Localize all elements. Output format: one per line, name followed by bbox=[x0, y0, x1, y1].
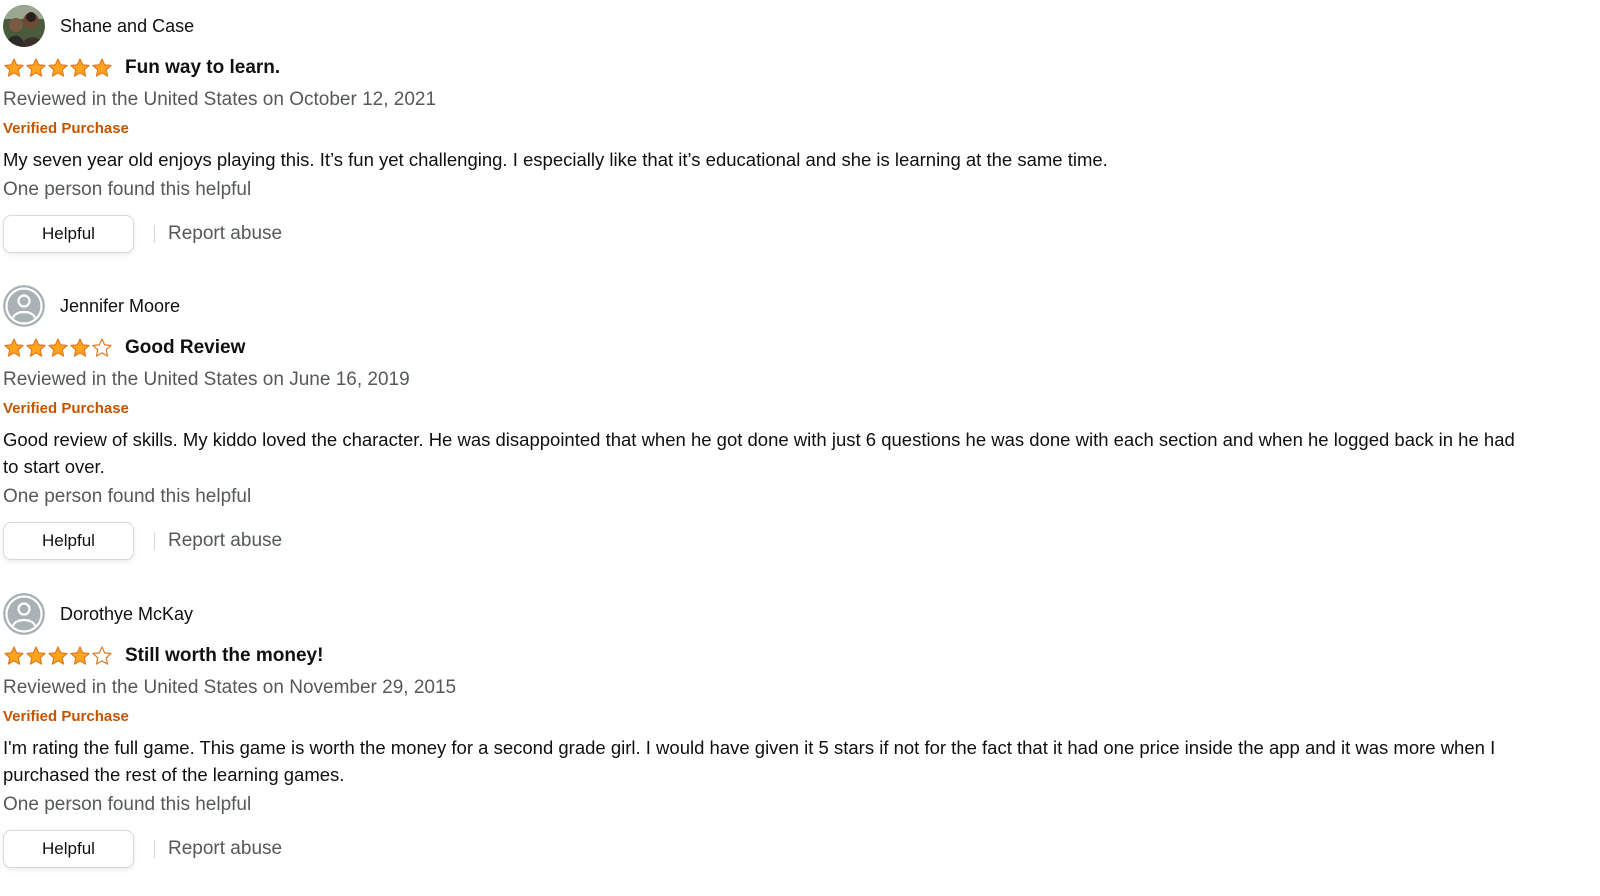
reviews-list: Shane and Case Fun way to learn. Reviewe… bbox=[0, 0, 1600, 896]
helpful-button[interactable]: Helpful bbox=[3, 522, 134, 560]
review-profile[interactable]: Jennifer Moore bbox=[3, 285, 180, 327]
avatar[interactable] bbox=[3, 5, 45, 47]
report-abuse-link[interactable]: Report abuse bbox=[168, 838, 282, 860]
star-filled-icon bbox=[4, 338, 24, 357]
review-title-row: Fun way to learn. bbox=[3, 55, 280, 81]
divider bbox=[154, 532, 155, 550]
star-filled-icon bbox=[4, 646, 24, 665]
review-actions: Helpful Report abuse bbox=[3, 829, 282, 869]
report-abuse-link[interactable]: Report abuse bbox=[168, 223, 282, 245]
default-user-icon bbox=[3, 593, 45, 635]
profile-name[interactable]: Dorothye McKay bbox=[60, 604, 193, 625]
review-title-row: Good Review bbox=[3, 335, 245, 361]
avatar[interactable] bbox=[3, 285, 45, 327]
verified-purchase-badge[interactable]: Verified Purchase bbox=[3, 708, 129, 726]
star-rating[interactable] bbox=[3, 56, 113, 80]
divider bbox=[154, 840, 155, 858]
review-title[interactable]: Good Review bbox=[125, 337, 245, 359]
review-profile[interactable]: Shane and Case bbox=[3, 5, 194, 47]
star-rating[interactable] bbox=[3, 336, 113, 360]
report-abuse-link[interactable]: Report abuse bbox=[168, 530, 282, 552]
star-filled-icon bbox=[48, 646, 68, 665]
star-filled-icon bbox=[4, 58, 24, 77]
star-filled-icon bbox=[70, 58, 90, 77]
review-actions: Helpful Report abuse bbox=[3, 521, 282, 561]
review-body: Good review of skills. My kiddo loved th… bbox=[3, 429, 1515, 477]
star-empty-icon bbox=[92, 646, 112, 665]
helpful-count: One person found this helpful bbox=[3, 486, 252, 507]
star-filled-icon bbox=[92, 58, 112, 77]
photo-avatar-icon bbox=[3, 5, 45, 47]
star-rating[interactable] bbox=[3, 644, 113, 668]
review-title-row: Still worth the money! bbox=[3, 643, 323, 669]
star-filled-icon bbox=[70, 646, 90, 665]
divider bbox=[154, 225, 155, 243]
review-title[interactable]: Still worth the money! bbox=[125, 645, 323, 667]
verified-purchase-badge[interactable]: Verified Purchase bbox=[3, 120, 129, 138]
star-filled-icon bbox=[48, 58, 68, 77]
profile-name[interactable]: Jennifer Moore bbox=[60, 296, 180, 317]
review-body: My seven year old enjoys playing this. I… bbox=[3, 149, 1108, 170]
verified-purchase-badge[interactable]: Verified Purchase bbox=[3, 400, 129, 418]
star-filled-icon bbox=[26, 646, 46, 665]
helpful-count: One person found this helpful bbox=[3, 179, 252, 200]
avatar[interactable] bbox=[3, 593, 45, 635]
star-empty-icon bbox=[92, 338, 112, 357]
review-date: Reviewed in the United States on June 16… bbox=[3, 369, 410, 390]
star-filled-icon bbox=[48, 338, 68, 357]
star-filled-icon bbox=[26, 58, 46, 77]
helpful-button[interactable]: Helpful bbox=[3, 215, 134, 253]
review-body: I'm rating the full game. This game is w… bbox=[3, 737, 1496, 785]
review-profile[interactable]: Dorothye McKay bbox=[3, 593, 193, 635]
helpful-count: One person found this helpful bbox=[3, 794, 252, 815]
review-date: Reviewed in the United States on Novembe… bbox=[3, 677, 457, 698]
review-title[interactable]: Fun way to learn. bbox=[125, 57, 280, 79]
helpful-button[interactable]: Helpful bbox=[3, 830, 134, 868]
review-actions: Helpful Report abuse bbox=[3, 214, 282, 254]
review-date: Reviewed in the United States on October… bbox=[3, 89, 437, 110]
default-user-icon bbox=[3, 285, 45, 327]
star-filled-icon bbox=[26, 338, 46, 357]
star-filled-icon bbox=[70, 338, 90, 357]
profile-name[interactable]: Shane and Case bbox=[60, 16, 194, 37]
